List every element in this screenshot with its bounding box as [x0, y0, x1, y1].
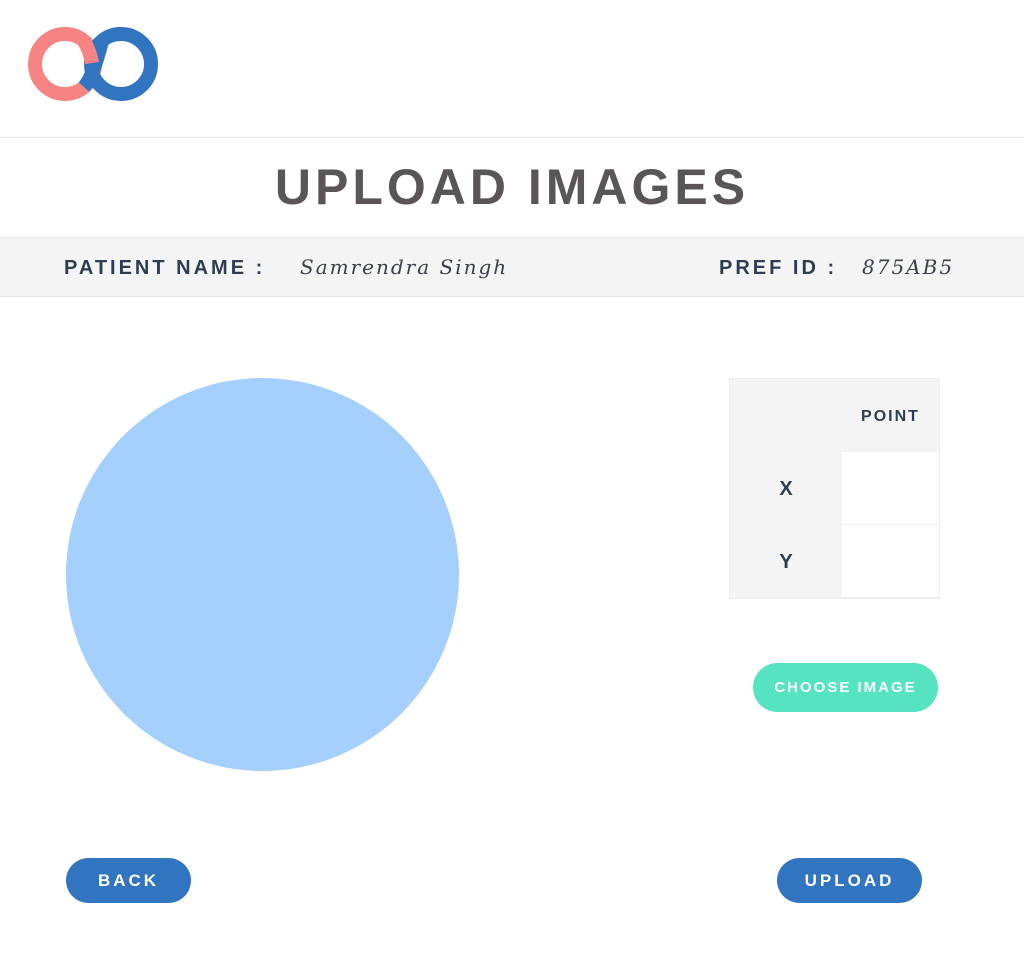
- pref-id-label: PREF ID :: [719, 257, 838, 279]
- point-x-label: X: [779, 478, 793, 500]
- top-bar: [0, 0, 1024, 138]
- point-x-value: [842, 452, 939, 525]
- point-y-value: [842, 525, 939, 598]
- pref-id-value: 875AB5: [862, 255, 955, 279]
- point-y-label: Y: [779, 551, 793, 573]
- upload-button[interactable]: UPLOAD: [777, 858, 922, 903]
- point-table: POINT X Y: [729, 378, 940, 599]
- patient-info-bar: PATIENT NAME : Samrendra Singh PREF ID :…: [0, 237, 1024, 297]
- upload-images-page: UPLOAD IMAGES PATIENT NAME : Samrendra S…: [0, 0, 1024, 962]
- patient-name-label: PATIENT NAME :: [64, 257, 266, 279]
- infinity-logo-icon: [28, 27, 158, 101]
- page-title: UPLOAD IMAGES: [274, 159, 750, 215]
- choose-image-button[interactable]: CHOOSE IMAGE: [753, 663, 938, 712]
- image-preview-circle: [66, 378, 459, 771]
- patient-name-value: Samrendra Singh: [300, 255, 509, 279]
- point-column-header: POINT: [861, 408, 920, 425]
- back-button[interactable]: BACK: [66, 858, 191, 903]
